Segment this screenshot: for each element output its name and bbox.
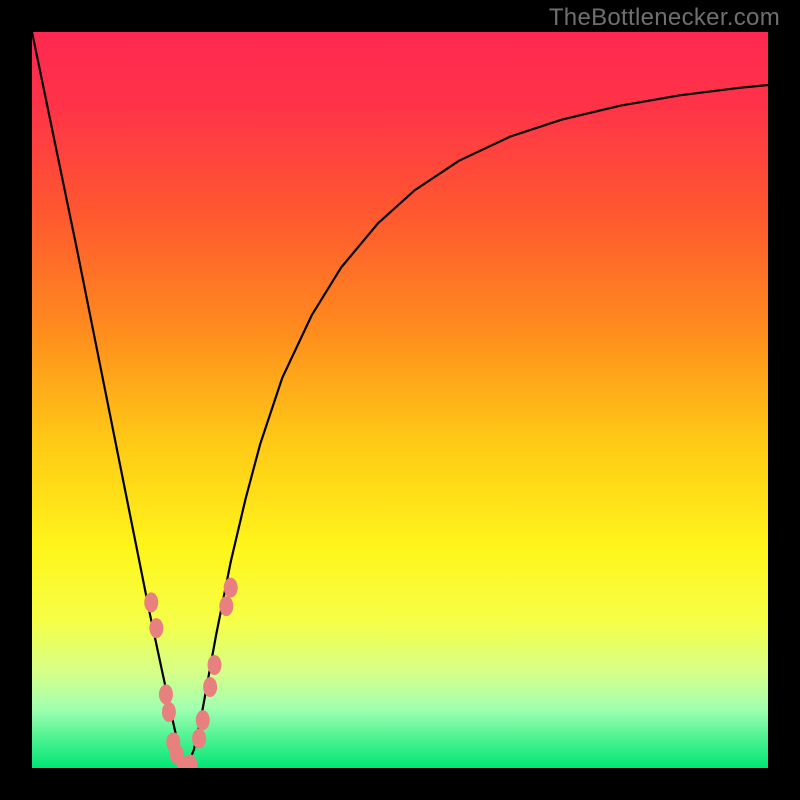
curve-overlay	[32, 32, 768, 768]
highlight-marker	[203, 677, 217, 697]
highlight-marker	[162, 702, 176, 722]
highlight-marker	[149, 618, 163, 638]
bottleneck-curve	[32, 32, 768, 768]
highlight-marker	[159, 684, 173, 704]
watermark-text: TheBottlenecker.com	[549, 4, 780, 32]
highlight-marker	[192, 729, 206, 749]
highlight-marker	[224, 578, 238, 598]
highlight-marker	[219, 596, 233, 616]
highlight-marker	[183, 754, 197, 768]
highlight-marker	[196, 710, 210, 730]
plot-area	[32, 32, 768, 768]
highlight-marker	[144, 592, 158, 612]
chart-frame: TheBottlenecker.com	[0, 0, 800, 800]
highlight-marker	[208, 655, 222, 675]
